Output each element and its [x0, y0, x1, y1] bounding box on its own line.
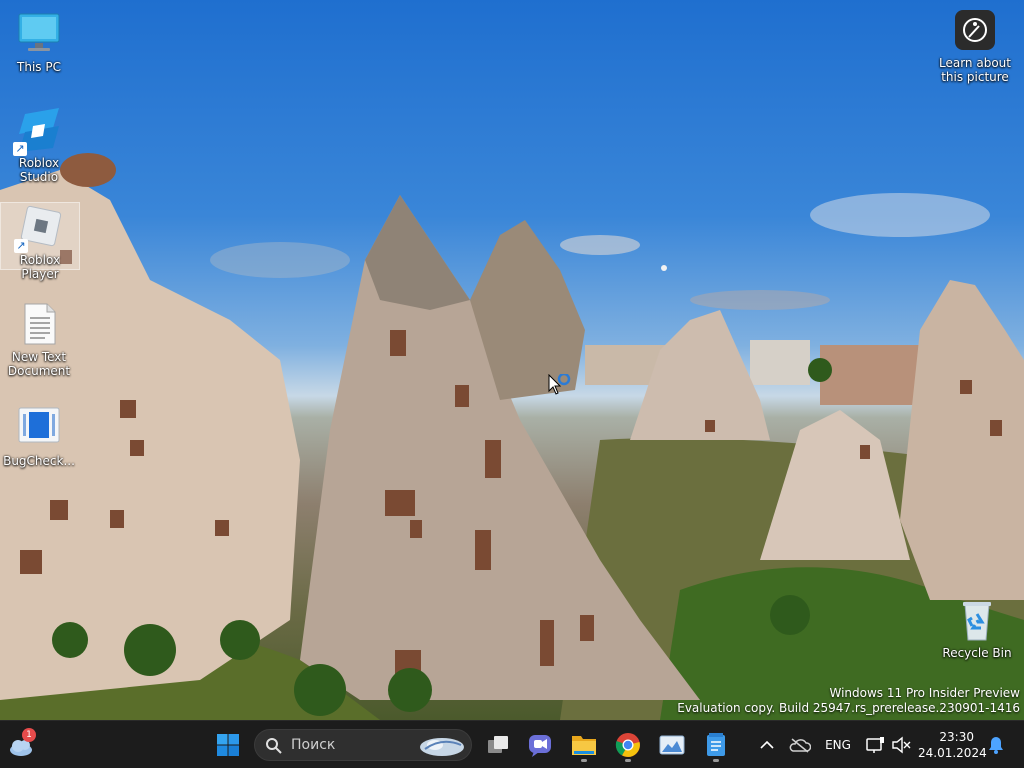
desktop-icon-label: This PC [17, 60, 61, 74]
chrome-button[interactable] [610, 727, 646, 763]
folder-icon [572, 736, 596, 755]
chrome-icon [615, 733, 640, 757]
learn-about-picture-label: Learn about this picture [939, 56, 1011, 84]
watermark-line2: Evaluation copy. Build 25947.rs_prerelea… [677, 701, 1020, 715]
desktop-icon-this-pc[interactable]: This PC [0, 10, 78, 74]
volume-button[interactable] [888, 727, 914, 763]
onedrive-cloud-offline-icon [789, 738, 811, 753]
desktop-icon-label: Roblox Studio [18, 156, 60, 184]
input-language-button[interactable]: ENG [820, 727, 856, 763]
onedrive-button[interactable] [786, 727, 814, 763]
task-view-button[interactable] [480, 727, 516, 763]
notifications-button[interactable] [982, 727, 1010, 763]
notepad-icon [707, 733, 725, 756]
running-indicator [625, 759, 631, 762]
clock-date: 24.01.2024 [918, 746, 987, 760]
task-view-icon [488, 736, 508, 753]
desktop-wallpaper [0, 0, 1024, 720]
shortcut-arrow-icon: ↗ [13, 142, 27, 156]
bell-icon [989, 737, 1003, 754]
desktop-icon-roblox-player[interactable]: ↗ Roblox Player [0, 202, 80, 281]
clock[interactable]: 23:30 24.01.2024 [918, 729, 987, 761]
desktop-icon-bugcheck[interactable]: BugCheck... [0, 404, 78, 468]
desktop-icon-recycle-bin[interactable]: Recycle Bin [938, 596, 1016, 660]
camera-info-icon [955, 10, 995, 50]
taskbar: 1 Поиск ENG 23:30 24.01.2024 [0, 720, 1024, 768]
roblox-player-icon: ↗ [14, 203, 64, 253]
chat-button[interactable] [522, 727, 558, 763]
desktop-icon-label: Recycle Bin [942, 646, 1012, 660]
widgets-button[interactable]: 1 [4, 727, 40, 763]
search-box[interactable]: Поиск [254, 729, 472, 761]
teams-chat-icon [529, 735, 551, 757]
running-indicator [581, 759, 587, 762]
document-blue-icon [15, 404, 63, 452]
recycle-bin-icon [953, 596, 1001, 644]
evaluation-watermark: Windows 11 Pro Insider Preview Evaluatio… [677, 686, 1020, 716]
network-icon [866, 737, 884, 753]
desktop-icon-new-text-document[interactable]: New Text Document [0, 300, 78, 378]
watermark-line1: Windows 11 Pro Insider Preview [829, 686, 1020, 700]
search-icon [266, 738, 282, 754]
mouse-cursor-busy-icon [548, 374, 571, 395]
text-file-icon [15, 300, 63, 348]
roblox-studio-icon: ↗ [13, 106, 63, 156]
clock-time: 23:30 [939, 730, 974, 744]
shortcut-arrow-icon: ↗ [14, 239, 28, 253]
monitor-icon [15, 10, 63, 58]
desktop-icon-label: BugCheck... [3, 454, 75, 468]
notepad-button[interactable] [698, 727, 734, 763]
desktop-icon-label: Roblox Player [19, 253, 61, 281]
windows-logo-icon [217, 734, 239, 756]
chevron-up-icon [760, 740, 774, 749]
network-button[interactable] [862, 727, 888, 763]
desktop-icon-roblox-studio[interactable]: ↗ Roblox Studio [0, 106, 78, 184]
show-hidden-icons-button[interactable] [752, 727, 782, 763]
start-button[interactable] [210, 727, 246, 763]
photos-button[interactable] [654, 727, 690, 763]
search-highlight-icon [420, 738, 464, 756]
learn-about-picture[interactable]: Learn about this picture [936, 10, 1014, 84]
running-indicator [713, 759, 719, 762]
volume-muted-icon [892, 736, 911, 754]
desktop-icon-label: New Text Document [7, 350, 71, 378]
file-explorer-button[interactable] [566, 727, 602, 763]
search-placeholder: Поиск [291, 737, 336, 753]
notification-badge: 1 [22, 728, 36, 742]
language-indicator: ENG [825, 738, 851, 752]
photos-icon [659, 735, 685, 755]
